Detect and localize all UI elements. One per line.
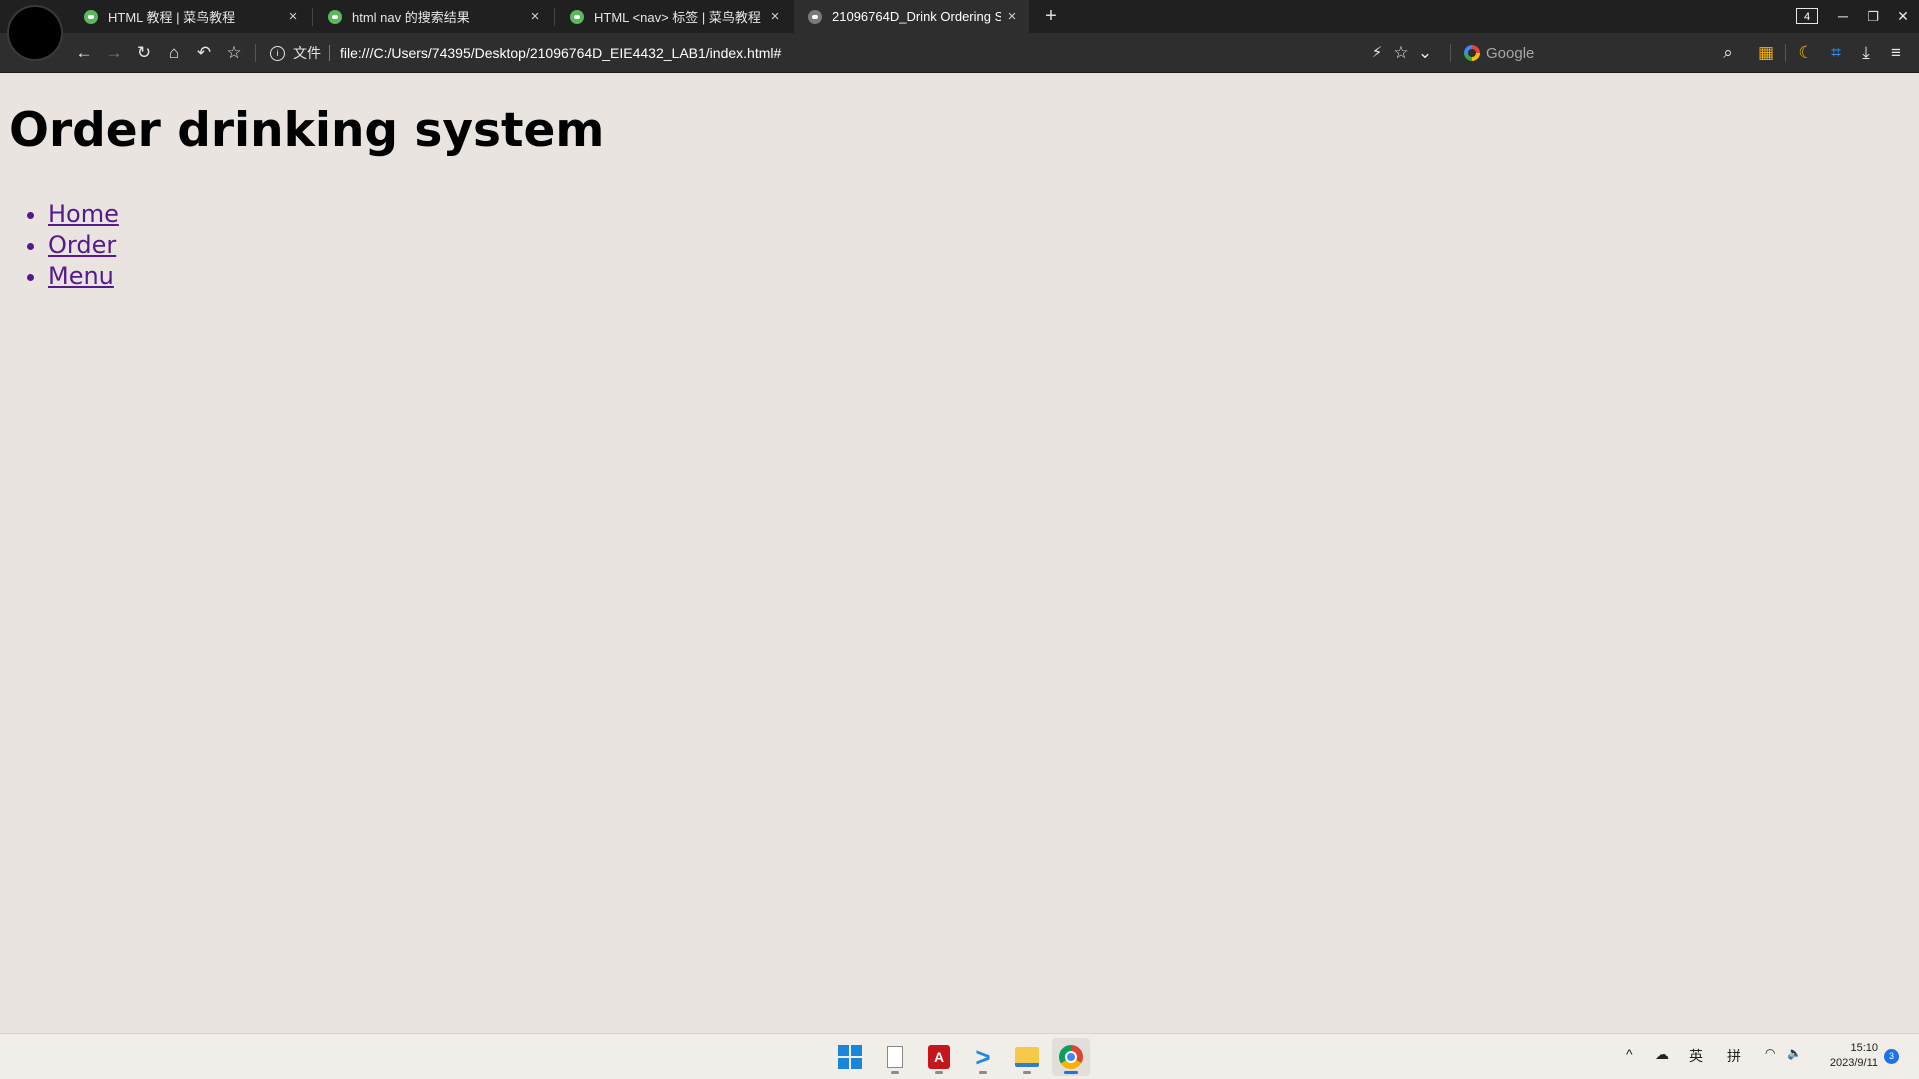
address-bar[interactable]: i 文件 file:///C:/Users/74395/Desktop/2109… xyxy=(270,39,1430,67)
runoob-favicon-icon xyxy=(570,9,584,24)
toolbar-divider xyxy=(1785,44,1786,62)
chevron-down-icon[interactable]: ⌄ xyxy=(1413,41,1437,65)
taskbar-vscode[interactable]: > xyxy=(964,1038,1002,1076)
tab-strip: HTML 教程 | 菜鸟教程 × html nav 的搜索结果 × HTML <… xyxy=(0,0,1919,61)
nav-item-menu: Menu xyxy=(48,261,119,292)
tab-separator xyxy=(312,8,313,26)
runoob-favicon-icon xyxy=(328,9,342,24)
tab-close-icon[interactable]: × xyxy=(524,8,546,25)
tab-title: HTML 教程 | 菜鸟教程 xyxy=(108,10,236,25)
nav-link-menu[interactable]: Menu xyxy=(48,262,114,290)
google-logo-icon xyxy=(1464,45,1480,61)
taskbar-notepad[interactable] xyxy=(876,1038,914,1076)
tab-close-icon[interactable]: × xyxy=(1001,8,1023,25)
chrome-icon xyxy=(1059,1045,1083,1069)
tab-drink-ordering[interactable]: 21096764D_Drink Ordering Sy × xyxy=(794,0,1029,33)
lightning-icon[interactable]: ⚡ xyxy=(1365,41,1389,65)
close-window-button[interactable]: ✕ xyxy=(1888,0,1918,33)
clock-time: 15:10 xyxy=(1850,1042,1878,1054)
back-arrow-icon[interactable]: ← xyxy=(72,41,96,65)
running-indicator xyxy=(935,1071,943,1074)
info-icon[interactable]: i xyxy=(270,45,285,61)
tab-close-icon[interactable]: × xyxy=(282,8,304,25)
tab-html-nav-search[interactable]: html nav 的搜索结果 × xyxy=(314,0,552,33)
tab-html-tutorial[interactable]: HTML 教程 | 菜鸟教程 × xyxy=(70,0,310,33)
tab-title: 21096764D_Drink Ordering Sy xyxy=(832,9,1001,24)
new-tab-button[interactable]: + xyxy=(1040,2,1062,30)
acrobat-icon: A xyxy=(928,1045,950,1069)
tab-title: HTML <nav> 标签 | 菜鸟教程 xyxy=(594,10,761,25)
restore-button[interactable]: ❐ xyxy=(1858,0,1888,33)
page-viewport: Order drinking system Home Order Menu xyxy=(0,73,1919,1033)
toolbar-divider xyxy=(255,44,256,62)
screenshot-crop-icon[interactable]: ⌗ xyxy=(1824,41,1848,65)
runoob-favicon-icon xyxy=(84,9,98,24)
forward-arrow-icon[interactable]: → xyxy=(102,41,126,65)
running-indicator xyxy=(1064,1071,1078,1074)
windows-logo-icon xyxy=(838,1045,862,1069)
bookmark-star-icon[interactable]: ☆ xyxy=(1389,41,1413,65)
address-scheme-label: 文件 xyxy=(293,45,321,61)
favorites-star-icon[interactable]: ☆ xyxy=(222,41,246,65)
taskbar-acrobat[interactable]: A xyxy=(920,1038,958,1076)
browser-toolbar: ← → ↻ ⌂ ↶ ☆ i 文件 file:///C:/Users/74395/… xyxy=(0,33,1919,73)
windows-taskbar: A > ^ ☁ 英 拼 ◠ 🔈 15:10 2023/9/11 3 xyxy=(0,1033,1919,1079)
site-nav-list: Home Order Menu xyxy=(0,199,119,292)
running-indicator xyxy=(1023,1071,1031,1074)
reload-icon[interactable]: ↻ xyxy=(132,41,156,65)
search-placeholder: Google xyxy=(1486,44,1535,62)
ime-language-indicator[interactable]: 英 xyxy=(1689,1046,1703,1066)
notification-badge[interactable]: 3 xyxy=(1884,1049,1899,1064)
address-url[interactable]: file:///C:/Users/74395/Desktop/21096764D… xyxy=(340,45,781,61)
folder-icon xyxy=(1015,1047,1039,1067)
wifi-icon[interactable]: ◠ xyxy=(1765,1046,1775,1060)
toolbar-divider xyxy=(1450,44,1451,62)
menu-icon[interactable]: ≡ xyxy=(1884,41,1908,65)
vscode-icon: > xyxy=(975,1042,991,1072)
tab-title: html nav 的搜索结果 xyxy=(352,10,470,25)
night-mode-icon[interactable]: ☾ xyxy=(1794,41,1818,65)
globe-favicon-icon xyxy=(808,9,822,24)
minimize-button[interactable]: ─ xyxy=(1828,0,1858,33)
tab-html-nav-tag[interactable]: HTML <nav> 标签 | 菜鸟教程 × xyxy=(556,0,792,33)
apps-grid-icon[interactable]: ▦ xyxy=(1754,41,1778,65)
nav-item-home: Home xyxy=(48,199,119,230)
home-icon[interactable]: ⌂ xyxy=(162,41,186,65)
nav-item-order: Order xyxy=(48,230,119,261)
download-icon[interactable]: ⤓ xyxy=(1854,41,1878,65)
volume-icon[interactable]: 🔈 xyxy=(1787,1046,1802,1060)
nav-link-order[interactable]: Order xyxy=(48,231,116,259)
search-icon[interactable]: ⌕ xyxy=(1716,41,1740,65)
tab-separator xyxy=(554,8,555,26)
nav-link-home[interactable]: Home xyxy=(48,200,119,228)
tab-count-badge[interactable]: 4 xyxy=(1796,8,1818,24)
onedrive-cloud-icon[interactable]: ☁ xyxy=(1655,1046,1669,1063)
running-indicator xyxy=(979,1071,987,1074)
tab-close-icon[interactable]: × xyxy=(764,8,786,25)
address-divider xyxy=(329,45,330,61)
start-button[interactable] xyxy=(831,1038,869,1076)
page-title: Order drinking system xyxy=(9,103,605,158)
notepad-icon xyxy=(887,1046,903,1068)
clock-date: 2023/9/11 xyxy=(1829,1057,1878,1069)
show-hidden-icons-chevron-icon[interactable]: ^ xyxy=(1626,1046,1633,1062)
taskbar-file-explorer[interactable] xyxy=(1008,1038,1046,1076)
ime-mode-indicator[interactable]: 拼 xyxy=(1727,1046,1741,1066)
undo-close-tab-icon[interactable]: ↶ xyxy=(192,41,216,65)
taskbar-chrome[interactable] xyxy=(1052,1038,1090,1076)
system-clock[interactable]: 15:10 2023/9/11 xyxy=(1808,1041,1878,1071)
running-indicator xyxy=(891,1071,899,1074)
search-box[interactable]: Google xyxy=(1464,39,1714,67)
browser-profile-avatar[interactable] xyxy=(7,5,63,61)
